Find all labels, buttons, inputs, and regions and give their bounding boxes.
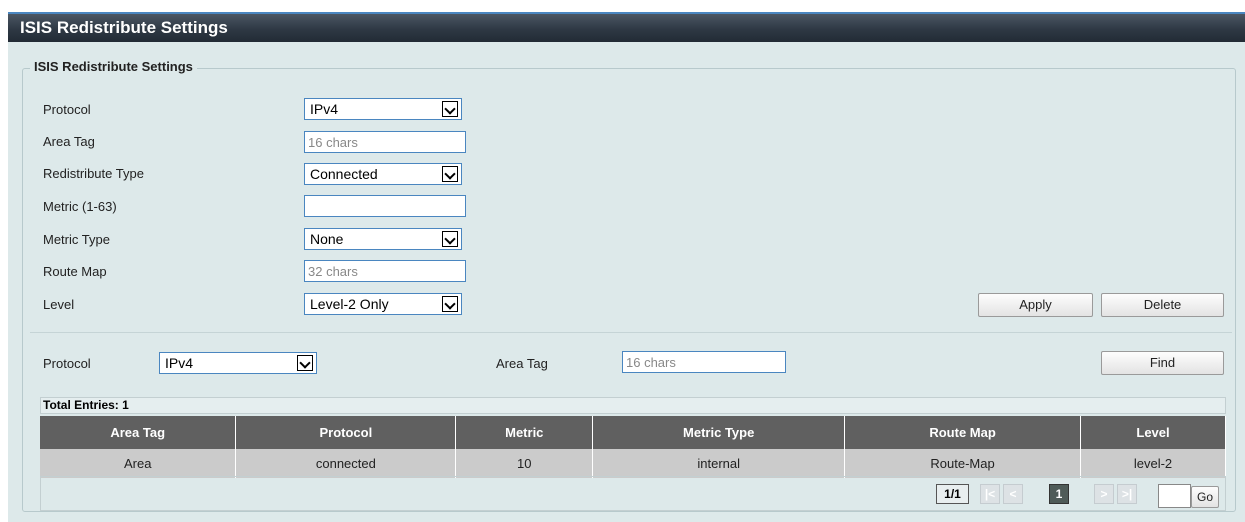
table-header-row: Area Tag Protocol Metric Metric Type Rou… [40,416,1226,449]
redistribute-type-value: Connected [310,166,378,182]
current-page-button[interactable]: 1 [1049,484,1069,504]
protocol-select-value: IPv4 [310,101,339,117]
redistribute-type-label: Redistribute Type [43,166,144,181]
filter-protocol-label: Protocol [43,356,91,371]
metric-type-select[interactable]: None [304,228,462,250]
protocol-label: Protocol [43,102,91,117]
filter-area-tag-label: Area Tag [496,356,548,371]
level-select-value: Level-2 Only [310,296,389,312]
fieldset-legend: ISIS Redistribute Settings [30,59,197,74]
redistribute-type-select[interactable]: Connected [304,163,462,185]
page-title: ISIS Redistribute Settings [20,18,228,37]
page-number-input[interactable] [1158,484,1191,508]
metric-label: Metric (1-63) [43,199,117,214]
filter-area-tag-input[interactable]: 16 chars [622,351,786,373]
table-cell: Route-Map [844,449,1082,478]
column-header: Area Tag [40,416,237,449]
filter-protocol-select[interactable]: IPv4 [159,352,317,374]
page-title-bar: ISIS Redistribute Settings [8,12,1245,42]
table-cell: internal [592,449,846,478]
total-entries: Total Entries: 1 [40,397,1226,414]
section-divider [30,332,1232,333]
column-header: Metric Type [592,416,846,449]
metric-input[interactable] [304,195,466,217]
route-map-label: Route Map [43,264,107,279]
level-label: Level [43,297,75,312]
column-header: Route Map [844,416,1082,449]
filter-protocol-value: IPv4 [165,355,194,371]
level-select[interactable]: Level-2 Only [304,293,462,315]
first-page-button[interactable]: |< [980,484,1000,504]
column-header: Metric [455,416,594,449]
area-tag-input[interactable]: 16 chars [304,131,466,153]
last-page-button[interactable]: >| [1117,484,1137,504]
column-header: Level [1080,416,1226,449]
table-row[interactable]: Area connected 10 internal Route-Map lev… [40,449,1226,478]
page-info: 1/1 [936,484,969,504]
metric-type-value: None [310,231,344,247]
results-table: Area Tag Protocol Metric Metric Type Rou… [40,416,1226,478]
delete-button[interactable]: Delete [1101,293,1224,317]
table-cell: 10 [455,449,594,478]
area-tag-label: Area Tag [43,134,95,149]
next-page-button[interactable]: > [1094,484,1114,504]
chevron-down-icon [442,296,458,312]
table-cell: Area [40,449,237,478]
find-button[interactable]: Find [1101,351,1224,375]
chevron-down-icon [442,101,458,117]
prev-page-button[interactable]: < [1003,484,1023,504]
column-header: Protocol [235,416,457,449]
chevron-down-icon [442,166,458,182]
table-cell: level-2 [1080,449,1226,478]
protocol-select[interactable]: IPv4 [304,98,462,120]
table-cell: connected [235,449,457,478]
go-button[interactable]: Go [1191,486,1219,508]
chevron-down-icon [442,231,458,247]
route-map-input[interactable]: 32 chars [304,260,466,282]
metric-type-label: Metric Type [43,232,110,247]
chevron-down-icon [297,355,313,371]
apply-button[interactable]: Apply [978,293,1093,317]
